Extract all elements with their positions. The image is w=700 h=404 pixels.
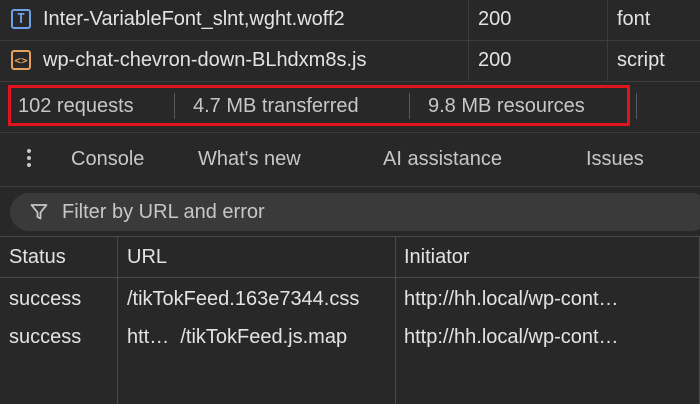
tab-whats-new[interactable]: What's new: [198, 148, 301, 171]
more-options-icon[interactable]: [26, 146, 32, 172]
table-row[interactable]: success htt… /tikTokFeed.js.map http://h…: [0, 317, 700, 357]
summary-divider: [636, 93, 637, 119]
row-status: success: [9, 288, 82, 310]
row-url: htt… /tikTokFeed.js.map: [127, 326, 348, 348]
row-status: success: [9, 326, 82, 348]
column-divider[interactable]: [395, 237, 396, 404]
request-name: wp-chat-chevron-down-BLhdxm8s.js: [43, 49, 367, 71]
request-name: Inter-VariableFont_slnt,wght.woff2: [43, 8, 345, 30]
column-header-url[interactable]: URL: [127, 246, 167, 269]
table-row[interactable]: success /tikTokFeed.163e7344.css http://…: [0, 279, 700, 319]
row-url: /tikTokFeed.163e7344.css: [127, 288, 360, 310]
tab-console[interactable]: Console: [71, 148, 144, 171]
table-header: Status URL Initiator: [0, 237, 700, 278]
filter-icon: [30, 204, 48, 220]
script-file-icon: <>: [11, 50, 31, 70]
tab-ai-assistance[interactable]: AI assistance: [383, 148, 502, 171]
console-table: Status URL Initiator success /tikTokFeed…: [0, 236, 700, 404]
network-row[interactable]: T Inter-VariableFont_slnt,wght.woff2 200…: [0, 0, 700, 41]
highlight-box: [8, 85, 630, 126]
filter-bar: [10, 193, 700, 231]
request-type: script: [617, 49, 665, 71]
font-file-icon: T: [11, 9, 31, 29]
request-type: font: [617, 8, 651, 30]
row-initiator[interactable]: http://hh.local/wp-cont…: [404, 326, 696, 349]
tab-issues[interactable]: Issues: [586, 148, 644, 171]
network-row[interactable]: <> wp-chat-chevron-down-BLhdxm8s.js 200 …: [0, 41, 700, 82]
filter-input[interactable]: [62, 200, 662, 224]
column-divider[interactable]: [117, 237, 118, 404]
row-initiator[interactable]: http://hh.local/wp-cont…: [404, 288, 696, 311]
drawer-tab-bar: Console What's new AI assistance Issues: [0, 134, 700, 187]
column-header-initiator[interactable]: Initiator: [404, 246, 470, 269]
column-header-status[interactable]: Status: [9, 246, 66, 269]
request-status: 200: [478, 49, 512, 71]
request-status: 200: [478, 8, 512, 30]
